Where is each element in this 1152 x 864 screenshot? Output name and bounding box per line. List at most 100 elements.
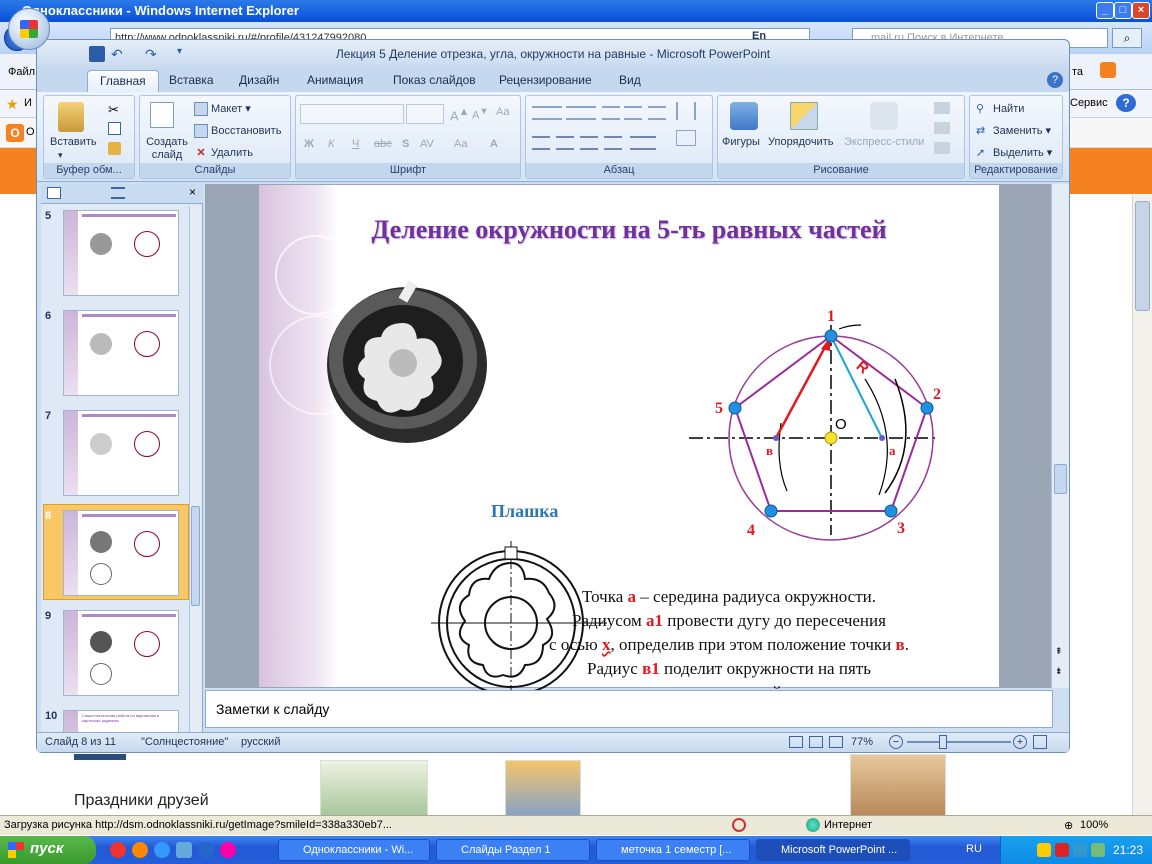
new-slide-icon[interactable] bbox=[150, 102, 174, 128]
normal-view-icon[interactable] bbox=[789, 736, 803, 748]
outline-icon[interactable] bbox=[934, 122, 950, 134]
underline-button[interactable]: Ч bbox=[352, 138, 359, 150]
quick-styles-button[interactable]: Экспресс-стили bbox=[844, 136, 924, 148]
quick-styles-icon[interactable] bbox=[870, 102, 898, 130]
format-painter-icon[interactable] bbox=[108, 142, 121, 155]
layout-button[interactable]: Макет ▾ bbox=[194, 102, 251, 117]
effects-icon[interactable] bbox=[934, 142, 950, 154]
grow-font-button[interactable]: A▲ bbox=[450, 106, 469, 123]
task-word[interactable]: меточка 1 семестр [... bbox=[596, 839, 750, 861]
zoom-out-icon[interactable]: − bbox=[889, 735, 903, 749]
panel-scrollbar[interactable] bbox=[189, 206, 201, 732]
slideshow-view-icon[interactable] bbox=[829, 736, 843, 748]
select-button[interactable]: ➚ Выделить ▾ bbox=[976, 146, 1052, 160]
zoom-slider-thumb[interactable] bbox=[939, 735, 947, 749]
friend-photo[interactable] bbox=[505, 760, 581, 816]
italic-button[interactable]: К bbox=[328, 138, 334, 150]
favorites-star-icon[interactable]: ★ bbox=[6, 96, 19, 113]
slide-scroll-thumb[interactable] bbox=[1054, 464, 1067, 494]
indent-icon[interactable] bbox=[624, 106, 642, 120]
paste-button[interactable]: Вставить bbox=[50, 136, 97, 148]
slide-thumbnail-6[interactable]: 6 bbox=[43, 306, 183, 400]
die-photo[interactable] bbox=[319, 273, 499, 453]
slide-thumbnail-5[interactable]: 5 bbox=[43, 206, 183, 300]
theme-name[interactable]: "Солнцестояние" bbox=[141, 736, 228, 748]
replace-button[interactable]: ⇄ Заменить ▾ bbox=[976, 124, 1051, 138]
tab-insert[interactable]: Вставка bbox=[157, 70, 226, 92]
fit-window-icon[interactable] bbox=[1033, 735, 1047, 749]
find-button[interactable]: ⚲ Найти bbox=[976, 102, 1024, 116]
bullets-icon[interactable] bbox=[532, 106, 562, 120]
tab-review[interactable]: Рецензирование bbox=[487, 70, 604, 92]
font-name-select[interactable] bbox=[300, 104, 404, 124]
menu-file[interactable]: Файл bbox=[8, 66, 35, 78]
sorter-view-icon[interactable] bbox=[809, 736, 823, 748]
tab-home[interactable]: Главная bbox=[87, 70, 159, 92]
ie-scrollbar[interactable] bbox=[1132, 195, 1152, 815]
menu-tools-partial[interactable]: та bbox=[1072, 66, 1083, 78]
task-folder[interactable]: Слайды Раздел 1 bbox=[436, 839, 590, 861]
clock[interactable]: 21:23 bbox=[1113, 843, 1143, 857]
die-caption[interactable]: Плашка bbox=[491, 501, 558, 522]
tab-view[interactable]: Вид bbox=[607, 70, 653, 92]
tray-icon[interactable] bbox=[1055, 843, 1069, 857]
align-right-icon[interactable] bbox=[580, 136, 598, 150]
numbering-icon[interactable] bbox=[566, 106, 596, 120]
volume-icon[interactable] bbox=[1091, 843, 1105, 857]
slide-scrollbar[interactable]: ⇞ ⇟ bbox=[1051, 184, 1069, 688]
slides-tab-icon[interactable] bbox=[47, 187, 61, 199]
quicklaunch-icon[interactable] bbox=[132, 842, 148, 858]
tab-animation[interactable]: Анимация bbox=[295, 70, 375, 92]
paste-dropdown-icon[interactable]: ▾ bbox=[58, 150, 63, 161]
task-ie[interactable]: Одноклассники - Wi... bbox=[278, 839, 430, 861]
paste-icon[interactable] bbox=[58, 102, 84, 132]
zoom-icon[interactable]: ⊕ bbox=[1064, 819, 1073, 832]
prev-slide-icon[interactable]: ⇞ bbox=[1055, 646, 1063, 657]
shapes-button[interactable]: Фигуры bbox=[722, 136, 760, 148]
line-spacing-icon[interactable] bbox=[648, 106, 666, 120]
language[interactable]: русский bbox=[241, 736, 280, 748]
ie-zoom[interactable]: 100% bbox=[1080, 819, 1108, 831]
outline-tab-icon[interactable] bbox=[111, 187, 125, 199]
outdent-icon[interactable] bbox=[602, 106, 620, 120]
copy-icon[interactable] bbox=[108, 122, 121, 135]
slide-canvas[interactable]: Деление окружности на 5-ть равных частей… bbox=[259, 185, 999, 702]
justify-icon[interactable] bbox=[604, 136, 622, 150]
slide-title[interactable]: Деление окружности на 5-ть равных частей bbox=[259, 215, 999, 245]
task-powerpoint[interactable]: Microsoft PowerPoint ... bbox=[756, 839, 910, 861]
qat-dropdown-icon[interactable]: ▾ bbox=[177, 46, 187, 62]
delete-button[interactable]: ✕ Удалить bbox=[194, 146, 253, 160]
spacing-button[interactable]: AV bbox=[420, 138, 434, 150]
arrange-button[interactable]: Упорядочить bbox=[768, 136, 833, 148]
notes-pane[interactable]: Заметки к слайду bbox=[205, 690, 1053, 728]
help-icon[interactable]: ? bbox=[1116, 94, 1136, 112]
close-panel-icon[interactable]: × bbox=[189, 185, 196, 199]
slide-thumbnail-9[interactable]: 9 bbox=[43, 606, 183, 700]
align-left-icon[interactable] bbox=[532, 136, 550, 150]
friends-holidays-heading[interactable]: Праздники друзей bbox=[74, 792, 209, 810]
tools-menu[interactable]: Сервис bbox=[1070, 97, 1108, 109]
cut-icon[interactable]: ✂ bbox=[108, 102, 119, 118]
favorites-label[interactable]: И bbox=[24, 97, 32, 109]
help-icon[interactable]: ? bbox=[1047, 72, 1063, 88]
tray-icon[interactable] bbox=[1073, 843, 1087, 857]
quicklaunch-icon[interactable] bbox=[220, 842, 236, 858]
slide-thumbnail-7[interactable]: 7 bbox=[43, 406, 183, 500]
tray-icon[interactable] bbox=[1037, 843, 1051, 857]
tab-label[interactable]: О bbox=[26, 126, 35, 138]
font-color-button[interactable]: A bbox=[490, 138, 498, 150]
slide-text-block[interactable]: Точка а – середина радиуса окружности. Р… bbox=[509, 585, 949, 705]
next-slide-icon[interactable]: ⇟ bbox=[1055, 666, 1063, 677]
clear-format-button[interactable]: Aa bbox=[496, 106, 509, 118]
office-button[interactable] bbox=[8, 8, 50, 50]
align-text-icon[interactable] bbox=[676, 130, 696, 146]
redo-icon[interactable]: ↷ bbox=[145, 46, 161, 62]
popup-blocked-icon[interactable] bbox=[732, 818, 746, 832]
shadow-button[interactable]: S bbox=[402, 138, 409, 150]
minimize-button[interactable]: _ bbox=[1096, 2, 1114, 19]
slide-thumbnail-10[interactable]: 10 Самостоятельная работа по вариантам в… bbox=[43, 706, 183, 732]
reset-button[interactable]: Восстановить bbox=[194, 124, 281, 138]
friend-photo[interactable] bbox=[850, 754, 946, 816]
panel-scroll-thumb[interactable] bbox=[191, 506, 200, 606]
zoom-in-icon[interactable]: + bbox=[1013, 735, 1027, 749]
